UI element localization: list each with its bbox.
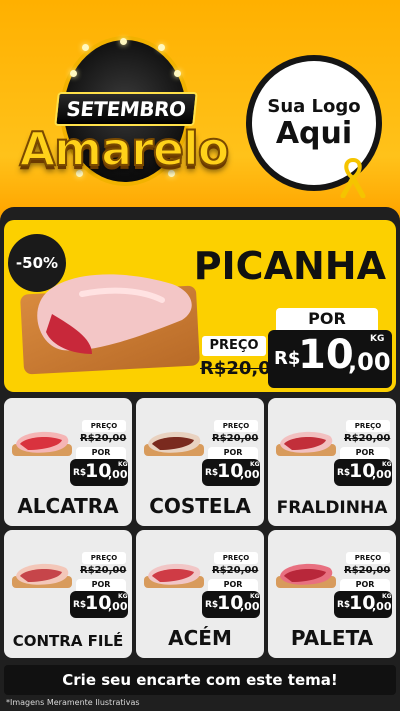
unit-label: KG	[118, 461, 128, 468]
product-name: ALCATRA	[17, 494, 119, 518]
price-cents: ,00	[240, 468, 260, 481]
header: SETEMBRO Amarelo Sua Logo Aqui	[0, 0, 400, 205]
meat-image	[12, 431, 72, 456]
unit-label: KG	[382, 593, 392, 600]
new-price-box: R$ 10 ,00 KG	[202, 591, 260, 618]
product-card[interactable]: PREÇO R$20,00 POR R$ 10 ,00 KG CONTRA FI…	[4, 530, 132, 658]
product-card[interactable]: PREÇO R$20,00 POR R$ 10 ,00 KG COSTELA	[136, 398, 264, 526]
meat-image	[276, 431, 336, 456]
meat-image	[276, 563, 336, 588]
product-name: ACÉM	[168, 626, 232, 650]
price-cents: ,00	[240, 600, 260, 613]
new-price-label: POR	[340, 579, 390, 591]
new-price-label: POR	[76, 447, 126, 459]
old-price-label: PREÇO	[346, 552, 390, 564]
yellow-ribbon-icon	[340, 157, 366, 198]
product-name: FRALDINHA	[276, 498, 388, 518]
new-price-label: POR	[276, 308, 378, 330]
discount-badge: -50%	[8, 234, 66, 292]
unit-label: KG	[370, 334, 385, 344]
new-price-box: R$ 10 ,00 KG	[334, 459, 392, 486]
old-price-label: PREÇO	[214, 420, 258, 432]
price-cents: ,00	[108, 468, 128, 481]
featured-product-name: PICANHA	[193, 244, 386, 288]
product-card[interactable]: PREÇO R$20,00 POR R$ 10 ,00 KG ACÉM	[136, 530, 264, 658]
product-name: CONTRA FILÉ	[12, 632, 124, 650]
meat-image	[144, 563, 204, 588]
old-price-label: PREÇO	[346, 420, 390, 432]
unit-label: KG	[118, 593, 128, 600]
price-integer: 10	[298, 332, 354, 378]
product-card[interactable]: PREÇO R$20,00 POR R$ 10 ,00 KG PALETA	[268, 530, 396, 658]
bulb-icon	[70, 70, 77, 77]
new-price-box: R$ 10 ,00 KG	[268, 330, 392, 388]
bulb-icon	[82, 44, 89, 51]
new-price-box: R$ 10 ,00 KG	[70, 591, 128, 618]
logo-text-line2: Aqui	[275, 115, 353, 151]
unit-label: KG	[382, 461, 392, 468]
logo-text-line1: Sua Logo	[267, 95, 361, 117]
bulb-icon	[158, 44, 165, 51]
product-card[interactable]: PREÇO R$20,00 POR R$ 10 ,00 KG FRALDINHA	[268, 398, 396, 526]
price-cents: ,00	[372, 600, 392, 613]
setembro-amarelo-badge: SETEMBRO Amarelo	[12, 30, 234, 200]
old-price-label: PREÇO	[82, 552, 126, 564]
new-price-label: POR	[208, 579, 258, 591]
new-price-box: R$ 10 ,00 KG	[334, 591, 392, 618]
meat-image	[144, 431, 204, 456]
old-price: R$20,00	[80, 433, 127, 444]
bulb-icon	[174, 70, 181, 77]
currency-symbol: R$	[274, 348, 301, 369]
old-price-label: PREÇO	[214, 552, 258, 564]
disclaimer: *Imagens Meramente Ilustrativas	[6, 698, 140, 707]
campaign-title-line2: Amarelo	[19, 121, 231, 177]
price-cents: ,00	[108, 600, 128, 613]
price-cents: ,00	[372, 468, 392, 481]
product-name: PALETA	[290, 626, 374, 650]
meat-image	[12, 563, 72, 588]
new-price-box: R$ 10 ,00 KG	[70, 459, 128, 486]
new-price-box: R$ 10 ,00 KG	[202, 459, 260, 486]
unit-label: KG	[250, 593, 260, 600]
new-price-label: POR	[208, 447, 258, 459]
old-price-label: PREÇO	[82, 420, 126, 432]
new-price-label: POR	[76, 579, 126, 591]
campaign-title-line1: SETEMBRO	[54, 92, 198, 126]
cta-banner[interactable]: Crie seu encarte com este tema!	[4, 665, 396, 695]
old-price-label: PREÇO	[202, 336, 266, 356]
old-price: R$20,00	[212, 565, 259, 576]
unit-label: KG	[250, 461, 260, 468]
price-cents: ,00	[348, 348, 391, 376]
product-name: COSTELA	[149, 494, 251, 518]
old-price: R$20,00	[80, 565, 127, 576]
product-card[interactable]: PREÇO R$20,00 POR R$ 10 ,00 KG ALCATRA	[4, 398, 132, 526]
old-price: R$20,00	[344, 433, 391, 444]
old-price: R$20,00	[212, 433, 259, 444]
old-price: R$20,00	[344, 565, 391, 576]
bulb-icon	[120, 38, 127, 45]
new-price-label: POR	[340, 447, 390, 459]
featured-product-card[interactable]: -50% PICANHA PREÇO R$20,00 POR R$ 10 ,00…	[4, 220, 396, 392]
